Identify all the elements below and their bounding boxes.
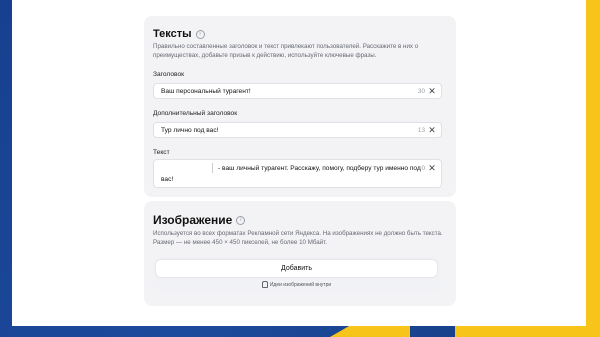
headline-counter: 30 [417, 88, 425, 95]
headline-field[interactable]: Ваш персональный турагент! 30 ✕ [153, 83, 442, 99]
info-icon[interactable]: i [236, 215, 246, 225]
text-field[interactable]: - ваш личный турагент. Расскажу, помогу,… [153, 159, 442, 188]
image-heading: Изображение i [153, 213, 443, 227]
extra-headline-value: Тур лично под вас! [161, 127, 219, 134]
texts-heading: Тексты i [153, 28, 443, 40]
text-label: Текст [153, 149, 170, 156]
extra-headline-counter: 13 [417, 127, 425, 134]
text-value-line2: вас! [161, 176, 174, 183]
extra-headline-field[interactable]: Тур лично под вас! 13 ✕ [153, 122, 442, 138]
headline-label: Заголовок [153, 71, 185, 78]
text-counter: 0 [421, 165, 425, 172]
texts-section: Тексты i Правильно составленные заголово… [153, 28, 443, 188]
image-upload-box: Добавить Идеи изображений внутри [153, 257, 440, 291]
close-icon[interactable]: ✕ [427, 163, 437, 173]
image-ideas-link[interactable]: Идеи изображений внутри [153, 281, 440, 288]
info-icon[interactable]: i [195, 29, 205, 39]
headline-value: Ваш персональный турагент! [161, 88, 251, 95]
texts-description: Правильно составленные заголовок и текст… [153, 43, 419, 59]
image-ideas-label: Идеи изображений внутри [269, 281, 332, 288]
extra-headline-label: Дополнительный заголовок [153, 110, 238, 117]
image-section: Изображение i Используется во всех форма… [153, 213, 443, 247]
image-title: Изображение [153, 213, 233, 227]
image-description: Используется во всех форматах Рекламной … [153, 230, 443, 246]
add-image-button[interactable]: Добавить [156, 260, 437, 277]
close-icon[interactable]: ✕ [427, 86, 437, 96]
close-icon[interactable]: ✕ [427, 125, 437, 135]
texts-title: Тексты [153, 28, 192, 40]
lightbulb-icon [261, 281, 268, 288]
text-value-line1: - ваш личный турагент. Расскажу, помогу,… [218, 165, 421, 172]
text-caret [212, 163, 213, 173]
